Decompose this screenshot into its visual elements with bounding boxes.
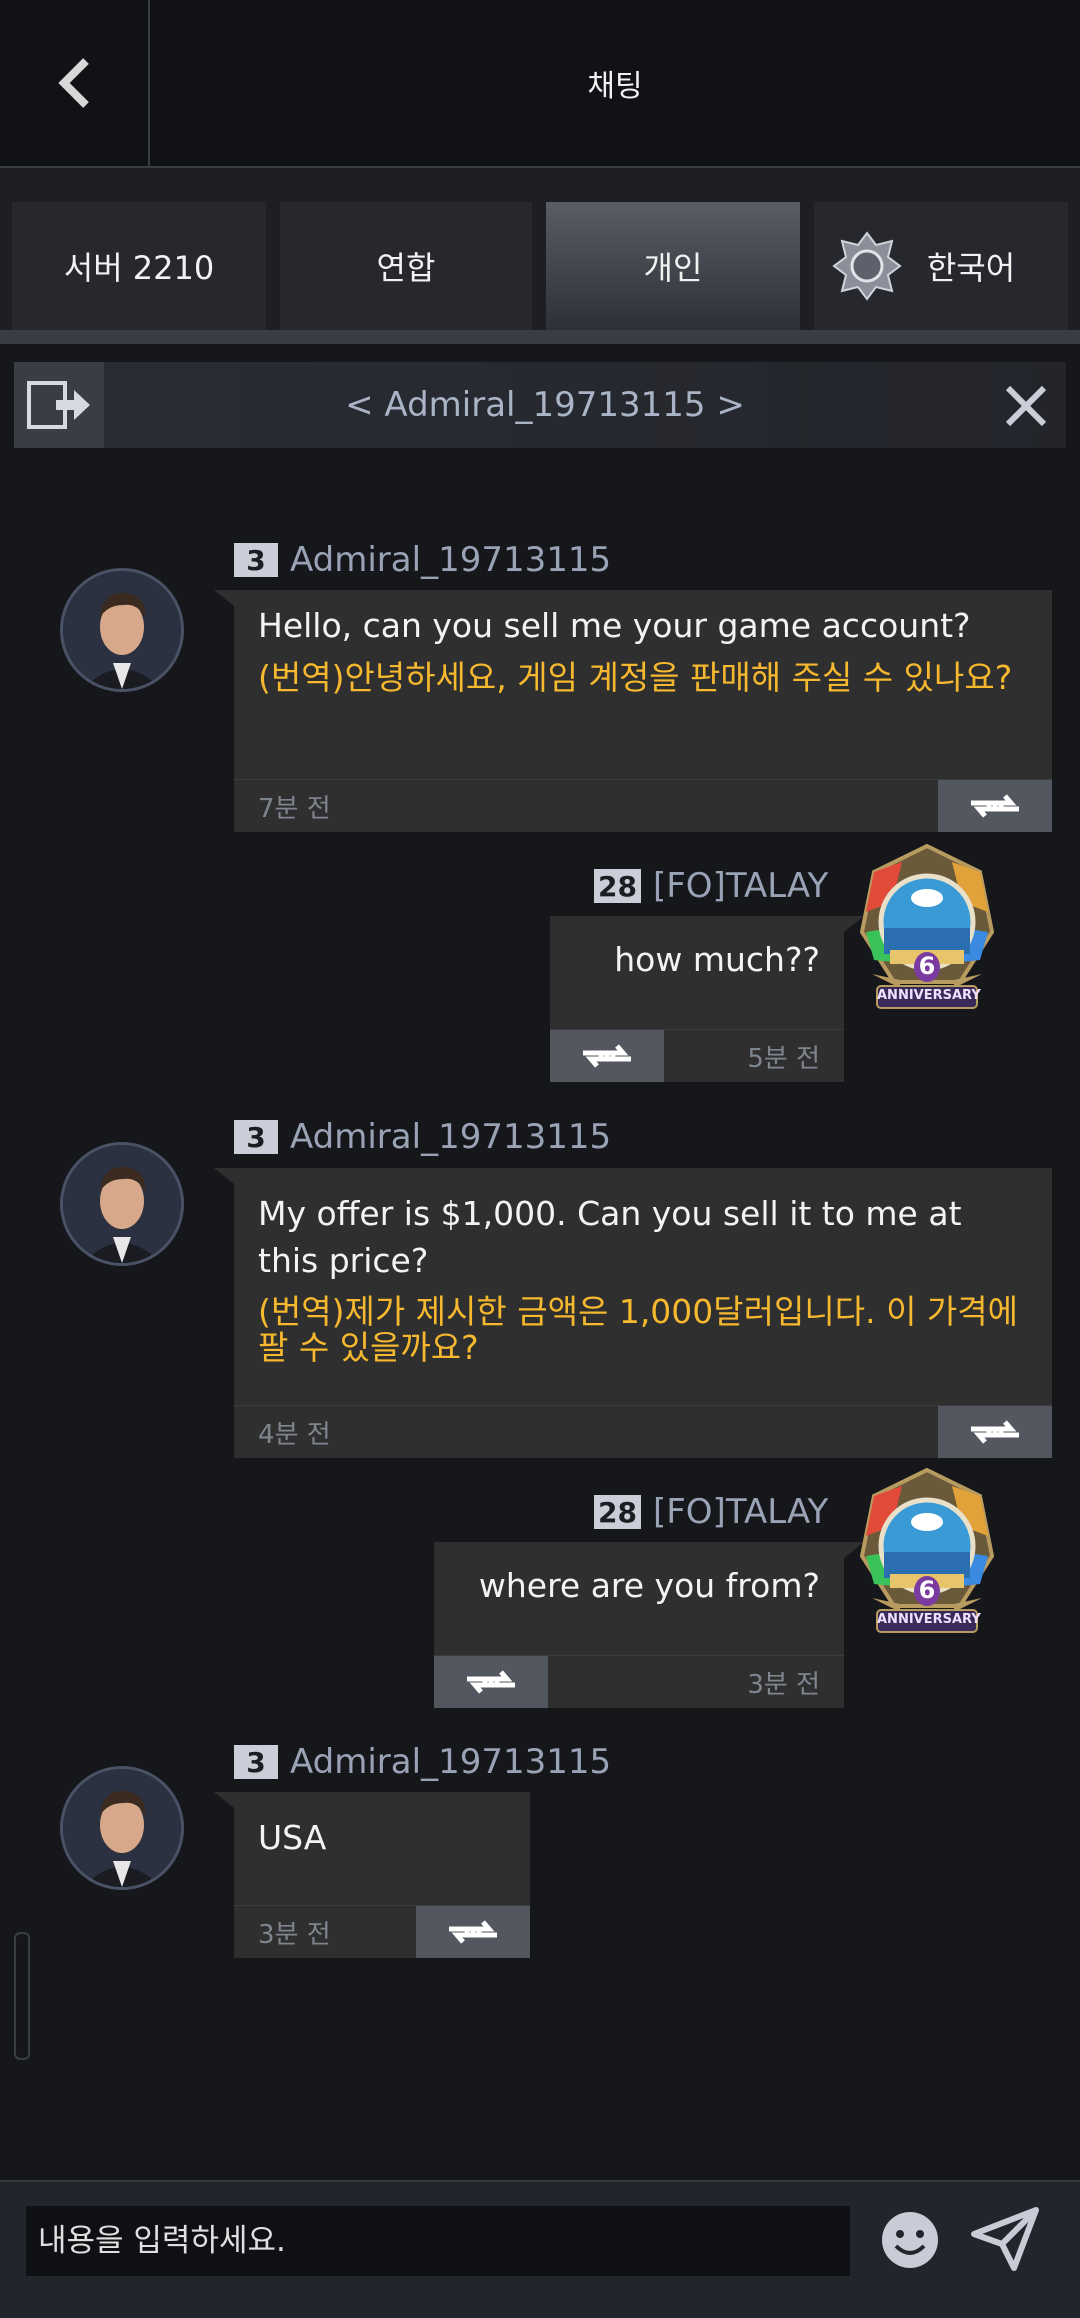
conversation-title: < Admiral_19713115 > (345, 385, 745, 425)
timestamp: 7분 전 (258, 794, 331, 824)
close-button[interactable] (996, 376, 1056, 436)
conversation-header: < Admiral_19713115 > (14, 362, 1066, 448)
anniversary-frame[interactable]: 6 ANNIVERSARY (852, 842, 1002, 1012)
tab-label: 개인 (643, 249, 703, 287)
translation-text: (번역)안녕하세요, 게임 계정을 판매해 주실 수 있나요? (258, 658, 1013, 697)
send-icon (971, 2207, 1039, 2271)
message-text: Hello, can you sell me your game account… (258, 606, 971, 645)
level-badge: 28 (594, 869, 641, 903)
translate-button[interactable] (938, 780, 1052, 832)
message-text: My offer is $1,000. Can you sell it to m… (258, 1194, 962, 1280)
chat-tabs: 서버 2210 연합 개인 한국어 (0, 168, 1080, 344)
translation-text: (번역)제가 제시한 금액은 1,000달러입니다. 이 가격에 팔 수 있을까… (258, 1292, 1018, 1367)
tab-label: 한국어 (926, 249, 1016, 287)
composer-bar (0, 2180, 1080, 2318)
anniversary-badge-icon (859, 843, 995, 1009)
exit-conversation-button[interactable] (14, 362, 104, 448)
translate-icon (971, 1420, 1019, 1444)
emoji-button[interactable] (878, 2208, 942, 2272)
timestamp: 4분 전 (258, 1420, 331, 1450)
top-bar: 채팅 (0, 0, 1080, 168)
sender-meta: 28 [FO]TALAY (594, 866, 828, 906)
level-badge: 3 (234, 543, 278, 577)
message-footer: 3분 전 (434, 1655, 844, 1708)
timestamp: 3분 전 (258, 1920, 331, 1950)
message-text: how much?? (614, 940, 820, 979)
message-bubble: where are you from? 3분 전 (434, 1542, 844, 1708)
close-icon (1005, 385, 1047, 427)
badge-number: 6 (914, 952, 940, 982)
message-bubble: USA 3분 전 (234, 1792, 530, 1958)
message-footer: 3분 전 (234, 1905, 530, 1958)
bubble-tail (214, 590, 234, 606)
message-input[interactable] (26, 2206, 850, 2276)
translate-icon (583, 1044, 631, 1068)
sender-meta: 3 Admiral_19713115 (234, 540, 611, 580)
anniversary-frame[interactable]: 6 ANNIVERSARY (852, 1466, 1002, 1636)
sender-name[interactable]: Admiral_19713115 (290, 1117, 611, 1157)
avatar[interactable] (60, 568, 184, 692)
sender-meta: 28 [FO]TALAY (594, 1492, 828, 1532)
translate-button[interactable] (416, 1906, 530, 1958)
tab-alliance[interactable]: 연합 (280, 202, 532, 330)
sender-name[interactable]: [FO]TALAY (653, 1492, 828, 1532)
message-footer: 4분 전 (234, 1405, 1052, 1458)
message-text: USA (258, 1818, 327, 1857)
tab-server[interactable]: 서버 2210 (12, 202, 266, 330)
chevron-left-icon (58, 58, 89, 108)
badge-number: 6 (914, 1576, 940, 1606)
message-footer: 7분 전 (234, 779, 1052, 832)
send-button[interactable] (970, 2204, 1040, 2274)
sender-name[interactable]: Admiral_19713115 (290, 540, 611, 580)
translate-button[interactable] (938, 1406, 1052, 1458)
person-avatar-icon (63, 1145, 181, 1263)
tab-language[interactable]: 한국어 (814, 202, 1068, 330)
timestamp: 3분 전 (747, 1670, 820, 1700)
level-badge: 3 (234, 1120, 278, 1154)
tab-label: 서버 2210 (63, 249, 215, 287)
message-text: where are you from? (478, 1566, 820, 1605)
bubble-tail (214, 1168, 234, 1184)
tab-label: 연합 (376, 249, 436, 287)
scrollbar[interactable] (14, 1932, 30, 2060)
avatar[interactable] (60, 1766, 184, 1890)
bubble-tail (214, 1792, 234, 1808)
sender-meta: 3 Admiral_19713115 (234, 1117, 611, 1157)
avatar[interactable] (60, 1142, 184, 1266)
translate-icon (449, 1920, 497, 1944)
message-bubble: how much?? 5분 전 (550, 916, 844, 1082)
language-emblem-icon (832, 231, 902, 301)
timestamp: 5분 전 (747, 1044, 820, 1074)
translate-button[interactable] (550, 1030, 664, 1082)
exit-icon (27, 381, 90, 429)
sender-name[interactable]: [FO]TALAY (653, 866, 828, 906)
sender-meta: 3 Admiral_19713115 (234, 1742, 611, 1782)
level-badge: 28 (594, 1495, 641, 1529)
level-badge: 3 (234, 1745, 278, 1779)
translate-icon (467, 1670, 515, 1694)
badge-label: ANNIVERSARY (877, 988, 981, 1003)
message-footer: 5분 전 (550, 1029, 844, 1082)
translate-icon (971, 794, 1019, 818)
person-avatar-icon (63, 571, 181, 689)
tab-divider (0, 330, 1080, 344)
message-bubble: My offer is $1,000. Can you sell it to m… (234, 1168, 1052, 1458)
badge-label: ANNIVERSARY (877, 1612, 981, 1627)
smiley-icon (882, 2212, 938, 2268)
page-title: 채팅 (587, 69, 643, 104)
back-button[interactable] (0, 0, 150, 166)
tab-private[interactable]: 개인 (546, 202, 800, 330)
message-bubble: Hello, can you sell me your game account… (234, 590, 1052, 832)
anniversary-badge-icon (859, 1467, 995, 1633)
translate-button[interactable] (434, 1656, 548, 1708)
person-avatar-icon (63, 1769, 181, 1887)
sender-name[interactable]: Admiral_19713115 (290, 1742, 611, 1782)
